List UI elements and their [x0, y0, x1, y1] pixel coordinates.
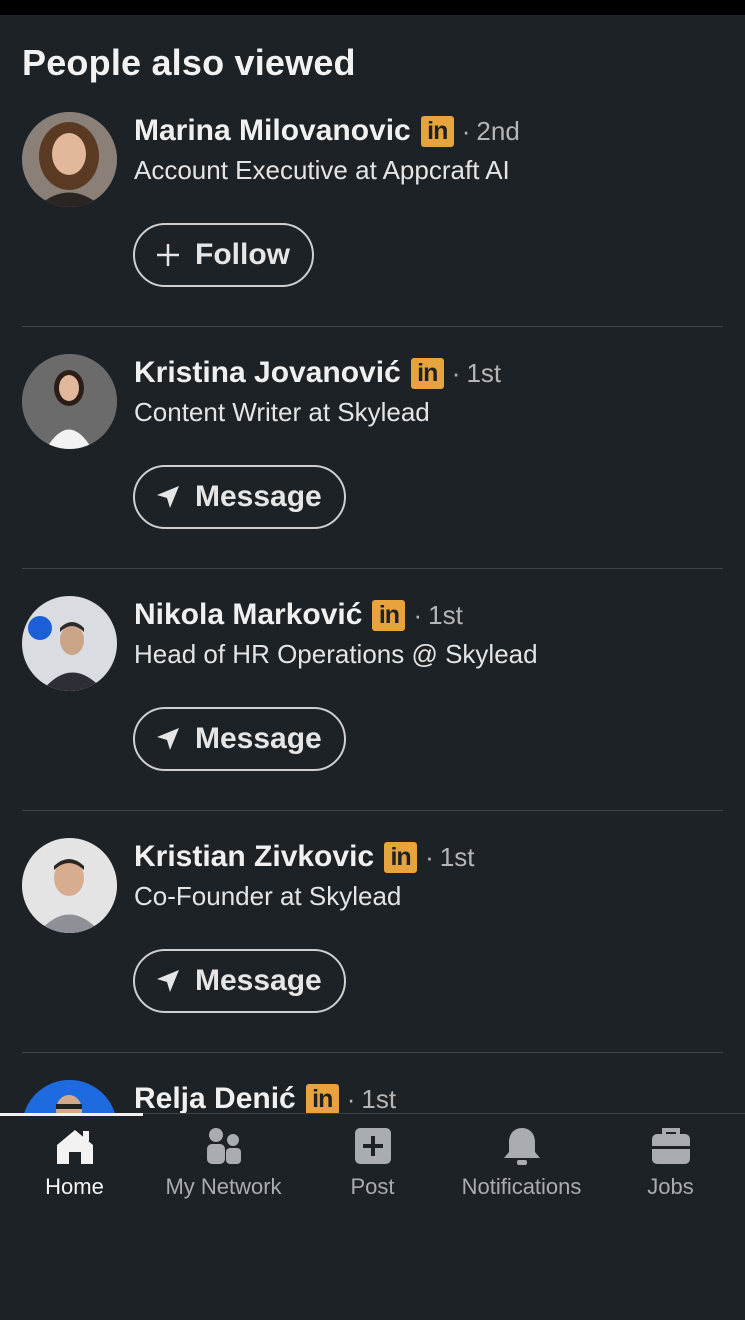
separator: · — [346, 1083, 356, 1114]
avatar[interactable] — [22, 112, 117, 207]
tab-jobs[interactable]: Jobs — [596, 1124, 745, 1204]
linkedin-premium-icon: in — [372, 599, 406, 631]
network-icon — [206, 1128, 241, 1164]
message-label: Message — [195, 722, 322, 755]
message-button[interactable]: Message — [133, 707, 346, 771]
list-item[interactable]: Marina Milovanovic in · 2nd Account Exec… — [0, 110, 745, 352]
person-headline: Account Executive at Appcraft AI — [134, 155, 510, 185]
divider — [22, 1052, 723, 1053]
message-button[interactable]: Message — [133, 465, 346, 529]
tab-my-network[interactable]: My Network — [149, 1124, 298, 1204]
section-title: People also viewed — [22, 42, 356, 83]
person-name[interactable]: Relja Denić — [134, 1082, 296, 1116]
person-name[interactable]: Kristina Jovanović — [134, 356, 401, 390]
person-headline: Co-Founder at Skylead — [134, 881, 402, 911]
tab-post[interactable]: Post — [298, 1124, 447, 1204]
send-icon — [157, 486, 179, 508]
bell-icon — [503, 1128, 540, 1165]
tab-label: Notifications — [461, 1174, 582, 1199]
send-icon — [157, 728, 179, 750]
connection-degree: 1st — [361, 1083, 397, 1114]
message-button[interactable]: Message — [133, 949, 346, 1013]
message-label: Message — [195, 480, 322, 513]
message-label: Message — [195, 964, 322, 997]
bottom-tab-bar: Home My Network Post Notifications Jobs — [0, 1113, 745, 1203]
follow-button[interactable]: Follow — [133, 223, 314, 287]
person-headline: Content Writer at Skylead — [134, 397, 430, 427]
person-name[interactable]: Marina Milovanovic — [134, 114, 411, 148]
plus-icon — [157, 244, 179, 266]
linkedin-premium-icon: in — [305, 1083, 339, 1115]
person-name[interactable]: Nikola Marković — [134, 598, 362, 632]
avatar[interactable] — [22, 596, 117, 691]
send-icon — [157, 970, 179, 992]
post-icon — [354, 1128, 391, 1164]
separator: · — [425, 841, 434, 872]
connection-degree: 1st — [428, 599, 463, 630]
connection-degree: 2nd — [476, 115, 520, 146]
person-name[interactable]: Kristian Zivkovic — [134, 840, 374, 874]
tab-notifications[interactable]: Notifications — [447, 1124, 596, 1204]
home-icon — [56, 1130, 93, 1164]
linkedin-premium-icon: in — [384, 841, 418, 873]
connection-degree: 1st — [466, 357, 502, 388]
tab-label: My Network — [165, 1174, 282, 1199]
tab-label: Home — [45, 1174, 104, 1199]
list-item[interactable]: Kristina Jovanović in · 1st Content Writ… — [0, 352, 745, 594]
divider — [22, 568, 723, 569]
person-headline: Head of HR Operations @ Skylead — [134, 639, 538, 669]
divider — [22, 810, 723, 811]
briefcase-icon — [651, 1128, 690, 1164]
tab-home[interactable]: Home — [0, 1124, 149, 1204]
status-bar — [0, 0, 745, 15]
linkedin-premium-icon: in — [410, 357, 444, 389]
tab-label: Jobs — [647, 1174, 694, 1199]
linkedin-premium-icon: in — [420, 115, 454, 147]
separator: · — [413, 599, 423, 630]
separator: · — [461, 115, 471, 146]
follow-label: Follow — [195, 238, 290, 271]
list-item[interactable]: Nikola Marković in · 1st Head of HR Oper… — [0, 594, 745, 836]
tab-label: Post — [350, 1174, 395, 1199]
avatar[interactable] — [22, 354, 117, 449]
divider — [22, 326, 723, 327]
list-item[interactable]: Kristian Zivkovic in · 1st Co-Founder at… — [0, 836, 745, 1078]
avatar[interactable] — [22, 838, 117, 933]
separator: · — [451, 357, 461, 388]
connection-degree: 1st — [439, 841, 475, 872]
active-tab-indicator — [0, 1113, 143, 1116]
